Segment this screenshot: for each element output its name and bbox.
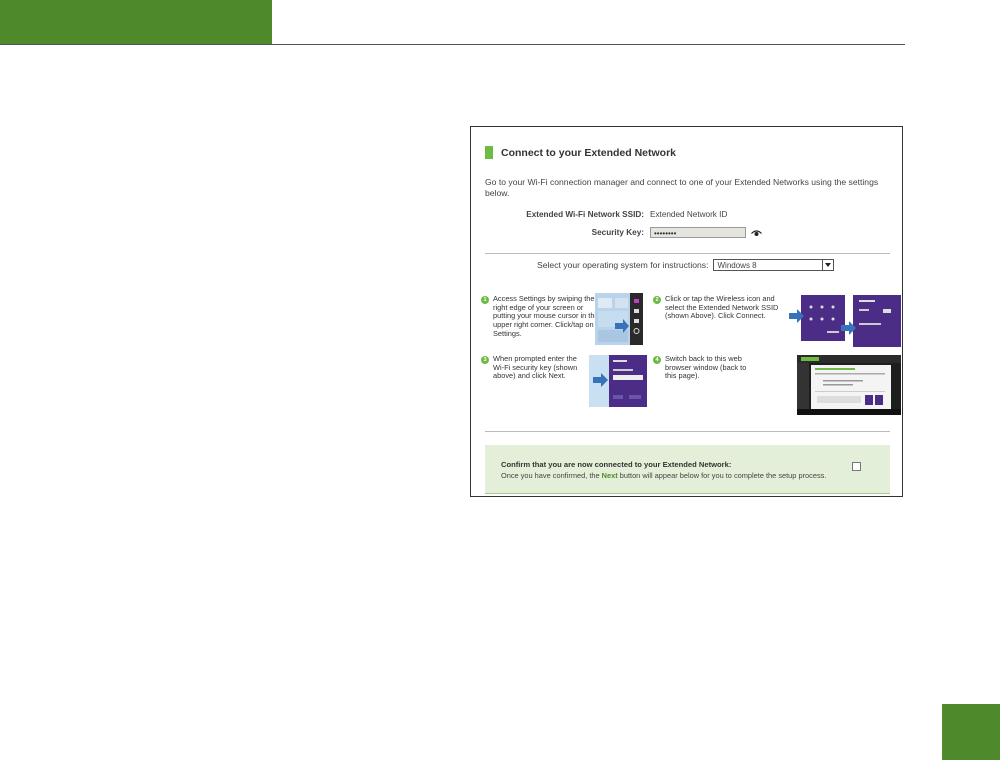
intro-text: Go to your Wi-Fi connection manager and … — [485, 177, 879, 198]
confirm-text-end: button will appear below for you to comp… — [617, 471, 827, 480]
confirm-box: Confirm that you are now connected to yo… — [485, 445, 890, 494]
step-2-screenshot — [789, 295, 901, 347]
heading-accent-bar — [485, 146, 493, 159]
step-1: 1 Access Settings by swiping the right e… — [481, 294, 599, 339]
step-number: 1 — [481, 296, 489, 304]
chevron-down-icon — [822, 260, 833, 270]
step-2: 2 Click or tap the Wireless icon and sel… — [653, 294, 787, 321]
panel-heading: Connect to your Extended Network — [485, 146, 676, 159]
os-select-row: Select your operating system for instruc… — [537, 259, 835, 271]
step-text: Access Settings by swiping the right edg… — [493, 294, 599, 338]
step-number: 3 — [481, 356, 489, 364]
os-select-value: Windows 8 — [717, 260, 757, 270]
confirm-text: Once you have confirmed, the Next button… — [501, 471, 826, 480]
step-text: Switch back to this web browser window (… — [665, 354, 747, 381]
step-4-screenshot — [797, 355, 901, 415]
step-4: 4 Switch back to this web browser window… — [653, 354, 753, 381]
eye-icon[interactable] — [751, 229, 762, 237]
security-key-row: Security Key: •••••••• — [471, 227, 762, 238]
confirm-checkbox[interactable] — [852, 462, 861, 471]
os-select-label: Select your operating system for instruc… — [537, 260, 709, 270]
step-1-screenshot — [595, 293, 643, 345]
step-number: 4 — [653, 356, 661, 364]
ssid-label: Extended Wi-Fi Network SSID: — [526, 210, 644, 219]
setup-panel: Connect to your Extended Network Go to y… — [470, 126, 903, 497]
ssid-value: Extended Network ID — [650, 210, 728, 219]
security-key-field[interactable]: •••••••• — [650, 227, 746, 238]
os-select[interactable]: Windows 8 — [713, 259, 835, 271]
step-number: 2 — [653, 296, 661, 304]
page-corner-tab — [942, 704, 1000, 760]
step-3: 3 When prompted enter the Wi-Fi security… — [481, 354, 589, 381]
divider — [485, 253, 890, 254]
step-text: Click or tap the Wireless icon and selec… — [665, 294, 779, 321]
ssid-row: Extended Wi-Fi Network SSID: Extended Ne… — [471, 210, 727, 219]
confirm-title: Confirm that you are now connected to yo… — [501, 460, 732, 469]
confirm-text-start: Once you have confirmed, the — [501, 471, 602, 480]
header-tab — [0, 0, 272, 44]
panel-title: Connect to your Extended Network — [501, 146, 677, 159]
step-text: When prompted enter the Wi-Fi security k… — [493, 354, 578, 381]
divider — [485, 431, 890, 432]
confirm-next-word: Next — [601, 471, 618, 480]
step-3-screenshot — [589, 355, 647, 407]
header-rule — [0, 44, 905, 45]
security-key-label: Security Key: — [591, 228, 644, 237]
